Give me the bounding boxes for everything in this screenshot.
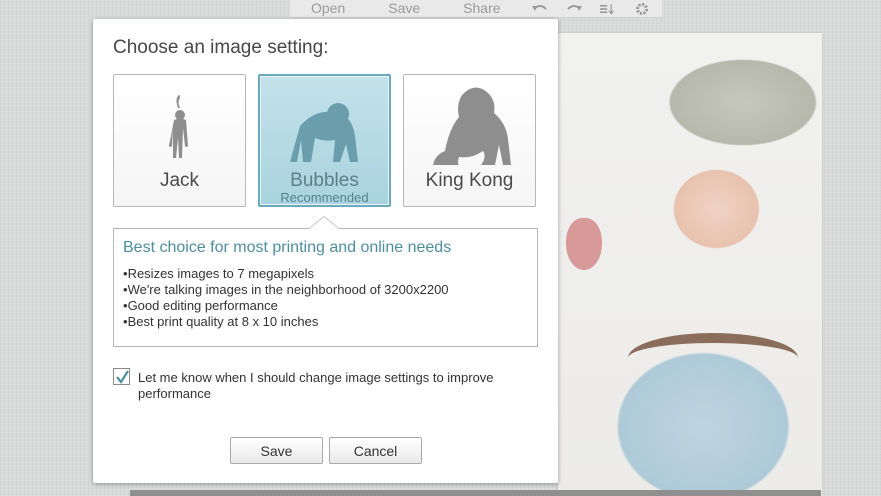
description-heading: Best choice for most printing and online…: [123, 239, 452, 256]
save-button[interactable]: Save: [230, 437, 323, 464]
open-button[interactable]: Open: [290, 0, 367, 17]
description-bullets: Resizes images to 7 megapixels We're tal…: [123, 266, 449, 330]
list-item: Resizes images to 7 megapixels: [123, 266, 449, 282]
callout-pointer: [308, 216, 340, 229]
setting-description-panel: Best choice for most printing and online…: [113, 216, 538, 347]
option-label: Bubbles: [290, 170, 359, 191]
option-jack[interactable]: Jack: [113, 74, 246, 207]
photo-detail: [628, 333, 798, 383]
chimp-icon: [290, 103, 358, 162]
option-bubbles[interactable]: Bubbles Recommended: [258, 74, 391, 207]
option-label: King Kong: [425, 170, 514, 191]
option-king-kong[interactable]: King Kong: [403, 74, 536, 207]
image-setting-dialog: Choose an image setting: Jack Bubbles Re…: [93, 19, 558, 483]
dialog-title: Choose an image setting:: [113, 37, 329, 58]
photo-detail: [566, 218, 602, 270]
option-label: Jack: [159, 170, 200, 191]
undo-icon[interactable]: [531, 2, 548, 16]
list-item: We're talking images in the neighborhood…: [123, 282, 449, 298]
cancel-button[interactable]: Cancel: [329, 437, 422, 464]
gorilla-icon: [433, 87, 511, 165]
share-button[interactable]: Share: [442, 0, 522, 17]
monkey-icon: [169, 94, 188, 158]
notify-checkbox-label[interactable]: Let me know when I should change image s…: [138, 370, 528, 402]
canvas-bottom-edge: [130, 490, 821, 496]
checkmark-icon: [116, 370, 129, 384]
sort-icon[interactable]: [599, 2, 616, 16]
notify-checkbox[interactable]: [113, 368, 130, 385]
gear-icon[interactable]: [634, 2, 650, 16]
save-toolbar-button[interactable]: Save: [367, 0, 442, 17]
editor-toolbar: Open Save Share: [290, 0, 662, 18]
list-item: Best print quality at 8 x 10 inches: [123, 314, 449, 330]
recommended-badge: Recommended: [280, 190, 369, 205]
redo-icon[interactable]: [566, 2, 582, 16]
list-item: Good editing performance: [123, 298, 449, 314]
image-setting-options: Jack Bubbles Recommended King Kong: [113, 74, 538, 209]
photo-canvas: [557, 33, 822, 496]
